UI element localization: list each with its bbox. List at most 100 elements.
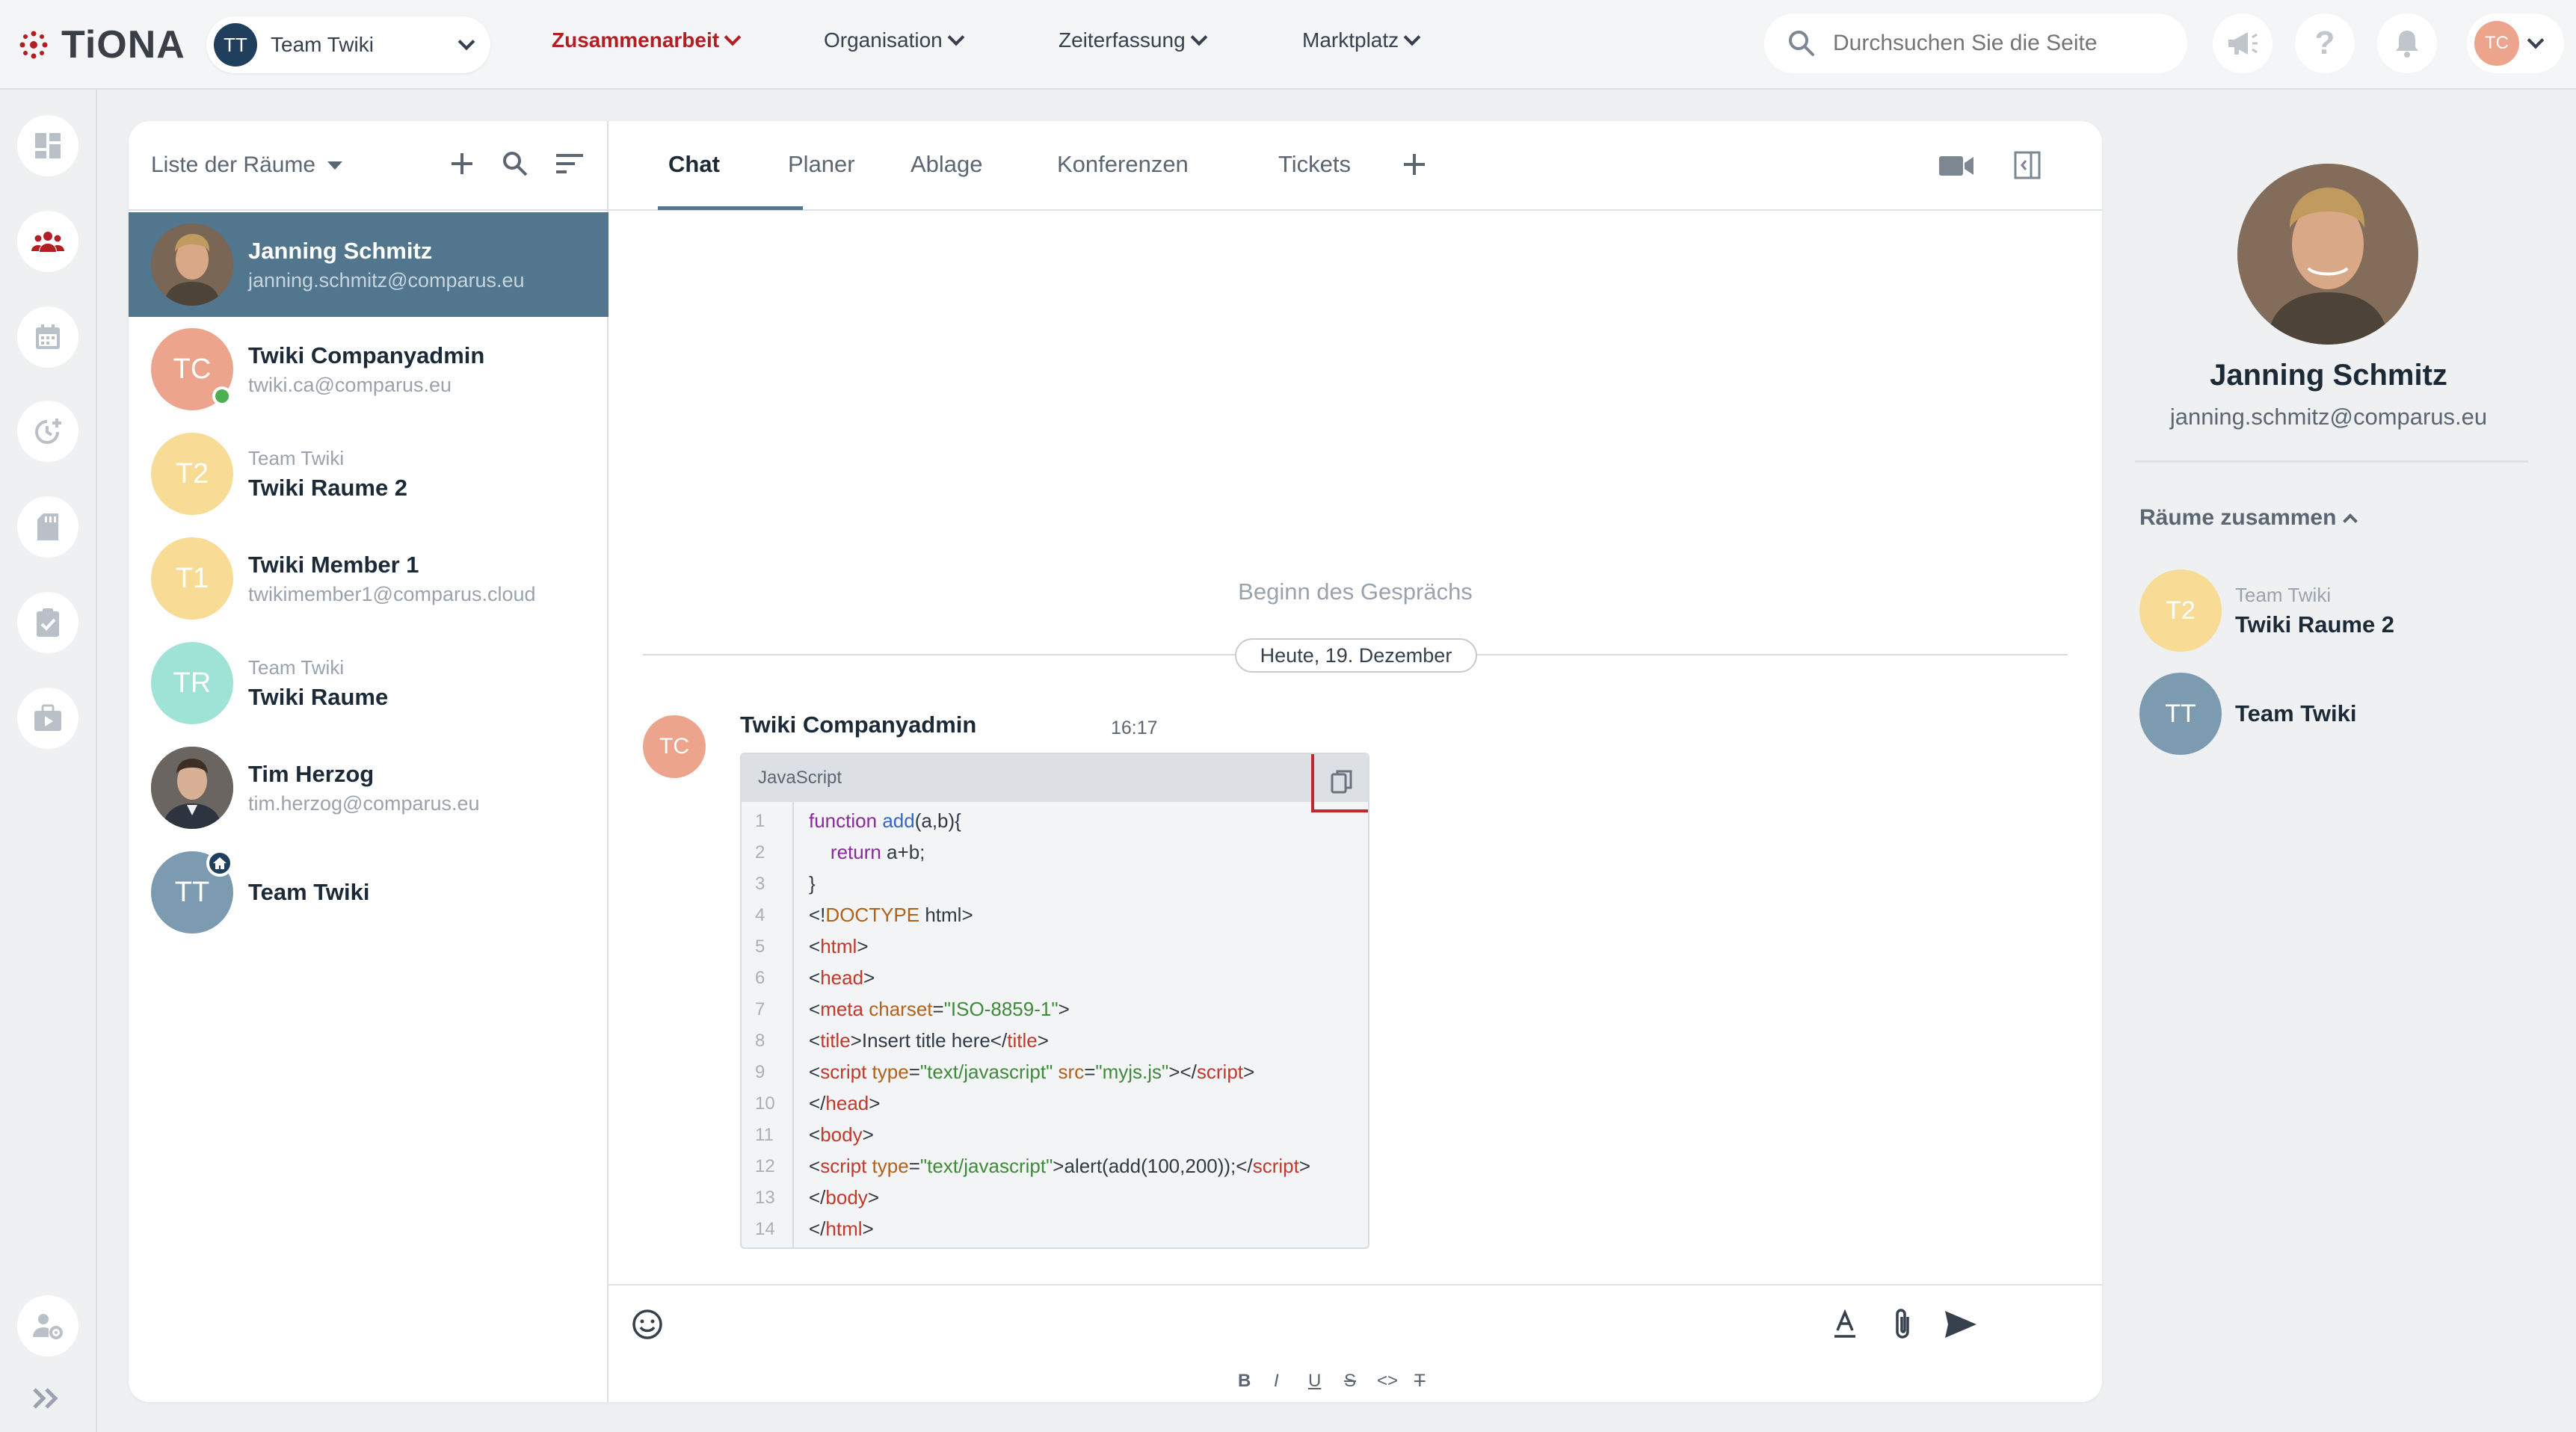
date-label: Heute, 19. Dezember: [1235, 638, 1477, 673]
dashboard-button[interactable]: [17, 115, 78, 176]
nav-zeiterfassung[interactable]: Zeiterfassung: [1059, 28, 1207, 52]
tab-planer[interactable]: Planer: [788, 151, 855, 178]
collaboration-button[interactable]: [17, 211, 78, 272]
search-box[interactable]: [1764, 13, 2187, 73]
announcements-button[interactable]: [2213, 13, 2273, 73]
team-selector[interactable]: TT Team Twiki: [206, 16, 490, 73]
line-number: 5: [755, 936, 765, 957]
profile-email[interactable]: janning.schmitz@comparus.eu: [2138, 404, 2519, 430]
tab-ablage[interactable]: Ablage: [910, 151, 983, 178]
message-input[interactable]: [683, 1300, 1775, 1353]
double-chevron-right-icon: [33, 1388, 58, 1409]
room-text: Janning Schmitz janning.schmitz@comparus…: [248, 238, 525, 292]
notifications-button[interactable]: [2377, 13, 2437, 73]
rooms-together-toggle[interactable]: Räume zusammen: [2139, 505, 2358, 531]
rooms-title-dropdown[interactable]: Liste der Räume: [151, 152, 423, 178]
video-call-button[interactable]: [1938, 154, 1975, 182]
room-twiki-member-1[interactable]: T1 Twiki Member 1 twikimember1@comparus.…: [129, 526, 608, 631]
room-email: twikimember1@comparus.cloud: [248, 582, 536, 605]
room-text: Tim Herzog tim.herzog@comparus.eu: [248, 761, 480, 815]
room-team-twiki[interactable]: TT Team Twiki: [129, 840, 608, 945]
tasks-button[interactable]: [17, 592, 78, 653]
person-photo: [151, 747, 233, 829]
paperclip-icon: [1896, 1309, 1909, 1339]
tab-chat[interactable]: Chat: [668, 151, 720, 178]
code-language: JavaScript: [758, 768, 842, 788]
room-text: Twiki Companyadmin twiki.ca@comparus.eu: [248, 342, 484, 397]
line-number: 13: [755, 1188, 775, 1208]
files-button[interactable]: [17, 496, 78, 558]
shared-room-team-twiki[interactable]: TT Team Twiki: [2139, 673, 2357, 755]
underline-button[interactable]: U: [1308, 1371, 1321, 1392]
rooms-together-label: Räume zusammen: [2139, 505, 2337, 530]
time-tracking-button[interactable]: [17, 401, 78, 462]
room-name: Twiki Raume 2: [248, 474, 408, 501]
person-photo: [151, 223, 233, 306]
logo[interactable]: TiONA: [16, 22, 185, 67]
line-number: 1: [755, 811, 765, 831]
tab-konferenzen[interactable]: Konferenzen: [1057, 151, 1189, 178]
avatar: T2: [151, 433, 233, 515]
room-twiki-companyadmin[interactable]: TC Twiki Companyadmin twiki.ca@comparus.…: [129, 317, 608, 422]
add-tab-button[interactable]: [1401, 151, 1428, 182]
shared-room-name: Twiki Raume 2: [2235, 611, 2395, 638]
message-time: 16:17: [1111, 717, 1158, 738]
tab-tickets[interactable]: Tickets: [1278, 151, 1351, 178]
room-tim-herzog[interactable]: Tim Herzog tim.herzog@comparus.eu: [129, 735, 608, 840]
user-settings-button[interactable]: [17, 1295, 78, 1357]
italic-button[interactable]: I: [1274, 1371, 1279, 1392]
room-janning-schmitz[interactable]: Janning Schmitz janning.schmitz@comparus…: [129, 212, 608, 317]
dashboard-icon: [35, 133, 61, 158]
bell-icon: [2396, 31, 2418, 58]
room-email: janning.schmitz@comparus.eu: [248, 268, 525, 291]
sort-rooms-button[interactable]: [555, 152, 585, 179]
text-format-button[interactable]: [1831, 1309, 1858, 1343]
room-name: Team Twiki: [248, 879, 370, 905]
room-twiki-raume-2[interactable]: T2 Team Twiki Twiki Raume 2: [129, 422, 608, 526]
clear-format-button[interactable]: T: [1414, 1371, 1426, 1392]
send-button[interactable]: [1944, 1309, 1978, 1343]
avatar-initials: T1: [175, 562, 209, 594]
user-menu[interactable]: TC: [2467, 13, 2564, 73]
search-icon: [503, 151, 528, 176]
help-button[interactable]: ?: [2295, 13, 2355, 73]
shared-room-twiki-raume-2[interactable]: T2 Team Twiki Twiki Raume 2: [2139, 570, 2394, 652]
strikethrough-button[interactable]: S: [1344, 1371, 1356, 1392]
code-header: JavaScript: [742, 754, 1368, 812]
avatar-initials: T2: [175, 457, 209, 490]
team-avatar: TT: [214, 23, 257, 67]
search-input[interactable]: [1831, 30, 2145, 57]
attach-file-button[interactable]: [1891, 1306, 1914, 1345]
nav-zusammenarbeit[interactable]: Zusammenarbeit: [552, 28, 742, 52]
calendar-button[interactable]: [17, 306, 78, 368]
nav-marktplatz[interactable]: Marktplatz: [1302, 28, 1421, 52]
emoji-button[interactable]: [631, 1308, 664, 1345]
room-team: Team Twiki: [248, 446, 345, 469]
toggle-side-panel-button[interactable]: [2014, 151, 2041, 183]
nav-organisation[interactable]: Organisation: [824, 28, 965, 52]
add-room-button[interactable]: [449, 150, 475, 181]
room-twiki-raume[interactable]: TR Team Twiki Twiki Raume: [129, 631, 608, 735]
nav-label: Zusammenarbeit: [552, 28, 720, 52]
line-number: 11: [755, 1125, 774, 1145]
code-line: <meta charset="ISO-8859-1">: [809, 998, 1070, 1020]
expand-rail-button[interactable]: [30, 1385, 63, 1416]
shared-room-name: Team Twiki: [2235, 700, 2357, 726]
bold-button[interactable]: B: [1238, 1371, 1251, 1392]
code-line: }: [809, 872, 816, 895]
message-author[interactable]: Twiki Companyadmin: [740, 712, 976, 738]
search-rooms-button[interactable]: [501, 149, 529, 182]
room-email: twiki.ca@comparus.eu: [248, 373, 452, 396]
code-line: return a+b;: [830, 841, 925, 863]
code-line: </html>: [809, 1217, 874, 1240]
line-number: 8: [755, 1031, 765, 1051]
chevron-down-icon: [947, 28, 965, 46]
plus-icon: [452, 152, 472, 174]
code-format-button[interactable]: <>: [1377, 1371, 1398, 1392]
line-number: 7: [755, 999, 765, 1019]
room-name: Twiki Companyadmin: [248, 342, 485, 368]
avatar-initials: TT: [174, 876, 210, 908]
marketplace-button[interactable]: [17, 688, 78, 749]
clock-add-icon: [35, 419, 61, 444]
nav-label: Zeiterfassung: [1059, 28, 1186, 52]
